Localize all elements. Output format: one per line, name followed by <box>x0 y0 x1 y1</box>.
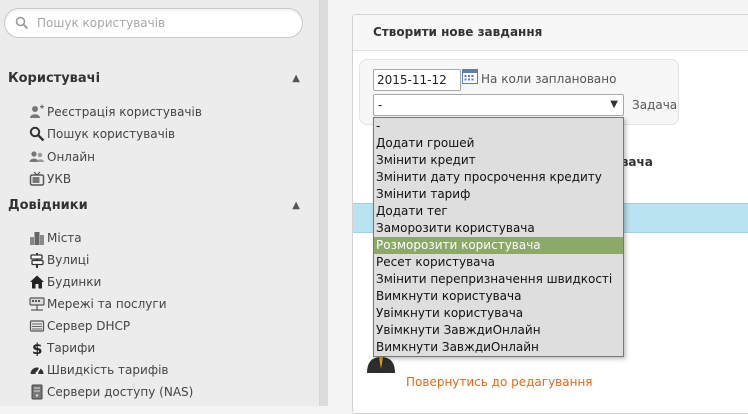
dropdown-option[interactable]: Вимкнути користувача <box>374 288 623 305</box>
nav-item-label: Онлайн <box>47 150 95 164</box>
nav-item-label: Мережі та послуги <box>47 297 167 311</box>
nav-item-streets[interactable]: Вулиці <box>28 250 308 270</box>
dropdown-option[interactable]: Змінити дату просрочення кредиту <box>374 169 623 186</box>
section-directories-header[interactable]: Довідники ▲ <box>8 198 308 218</box>
date-label: На коли заплановано <box>481 72 617 86</box>
dropdown-option[interactable]: Розморозити користувача <box>374 237 623 254</box>
speedometer-icon <box>28 362 45 378</box>
task-form: На коли заплановано - ▼ Задача <box>359 59 679 125</box>
task-label: Задача <box>632 98 678 112</box>
nav-item-label: Тарифи <box>47 341 96 355</box>
svg-text:$: $ <box>32 340 42 356</box>
user-add-icon <box>28 104 45 120</box>
dropdown-arrow-icon[interactable]: ▼ <box>610 99 618 110</box>
dropdown-option[interactable]: Вимкнути ЗавждиОнлайн <box>374 339 623 356</box>
dropdown-option[interactable]: - <box>374 118 623 135</box>
nav-item-tariff-speed[interactable]: Швидкість тарифів <box>28 360 308 380</box>
nav-item-houses[interactable]: Будинки <box>28 272 308 292</box>
network-icon <box>28 296 45 312</box>
nav-item-label: Сервери доступу (NAS) <box>47 385 194 399</box>
users-online-icon <box>28 149 45 165</box>
nav-item-search-users[interactable]: Пошук користувачів <box>28 124 308 144</box>
sidebar: Користувачі ▲ Реєстрація користувачів По… <box>0 0 320 406</box>
dropdown-option[interactable]: Змінити кредит <box>374 152 623 169</box>
search-icon <box>15 16 29 33</box>
dropdown-option[interactable]: Додати тег <box>374 203 623 220</box>
dropdown-option[interactable]: Увімкнути користувача <box>374 305 623 322</box>
nav-item-dhcp-server[interactable]: Сервер DHCP <box>28 316 308 336</box>
nav-item-label: Пошук користувачів <box>47 127 176 141</box>
panel-title: Створити нове завдання <box>353 15 748 51</box>
nav-item-online[interactable]: Онлайн <box>28 147 308 167</box>
collapse-arrow-icon[interactable]: ▲ <box>292 200 300 211</box>
nav-item-tariffs[interactable]: $ Тарифи <box>28 338 308 358</box>
task-select-value: - <box>378 98 383 112</box>
task-select[interactable]: - ▼ <box>373 94 624 116</box>
nav-item-label: Вулиці <box>47 253 90 267</box>
tv-icon <box>28 171 45 187</box>
dropdown-option[interactable]: Ресет користувача <box>374 254 623 271</box>
house-icon <box>28 274 45 290</box>
nav-item-label: Реєстрація користувачів <box>47 105 202 119</box>
task-options-list[interactable]: - Додати грошей Змінити кредит Змінити дату… <box>373 117 624 357</box>
dropdown-option[interactable]: Увімкнути ЗавждиОнлайн <box>374 322 623 339</box>
nav-item-networks[interactable]: Мережі та послуги <box>28 294 308 314</box>
nav-item-register-users[interactable]: Реєстрація користувачів <box>28 102 308 122</box>
nav-item-ukv[interactable]: УКВ <box>28 169 308 189</box>
section-title: Довідники <box>8 198 88 213</box>
nav-item-label: Міста <box>47 231 82 245</box>
dropdown-option[interactable]: Змінити тариф <box>374 186 623 203</box>
dollar-icon: $ <box>28 340 45 356</box>
nav-item-nas-servers[interactable]: Сервери доступу (NAS) <box>28 382 308 402</box>
dropdown-option[interactable]: Змінити переприз­начення швидкості <box>374 271 623 288</box>
back-to-edit-link[interactable]: Повернутись до редагування <box>406 375 593 389</box>
collapse-arrow-icon[interactable]: ▲ <box>292 73 300 84</box>
city-icon <box>28 230 45 246</box>
date-field[interactable] <box>373 69 461 91</box>
nav-item-label: УКВ <box>47 172 72 186</box>
nav-item-cities[interactable]: Міста <box>28 228 308 248</box>
dropdown-option[interactable]: Заморозити користувача <box>374 220 623 237</box>
street-sign-icon <box>28 252 45 268</box>
nas-server-icon <box>28 384 45 400</box>
dropdown-option[interactable]: Додати грошей <box>374 135 623 152</box>
server-icon <box>28 318 45 334</box>
nav-item-label: Будинки <box>47 275 102 289</box>
nav-item-label: Швидкість тарифів <box>47 363 169 377</box>
section-title: Користувачі <box>8 71 101 86</box>
search-box[interactable] <box>4 8 303 38</box>
sidebar-scroll-gutter[interactable] <box>320 0 328 406</box>
magnifier-icon <box>28 126 45 142</box>
calendar-icon[interactable] <box>462 68 478 84</box>
search-input[interactable] <box>35 14 290 32</box>
nav-item-label: Сервер DHCP <box>47 319 131 333</box>
section-users-header[interactable]: Користувачі ▲ <box>8 71 308 91</box>
